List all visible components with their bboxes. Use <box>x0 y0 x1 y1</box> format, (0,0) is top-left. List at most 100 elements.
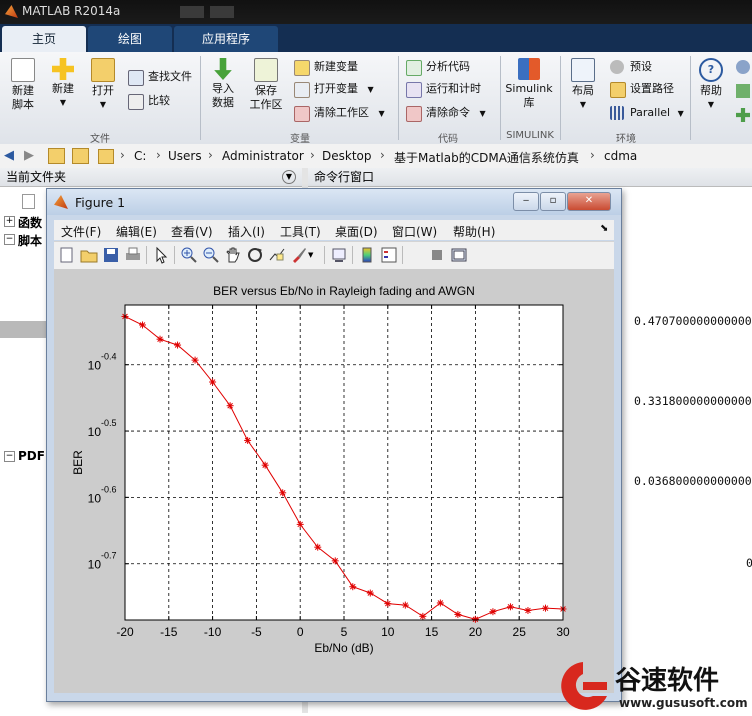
request-support-icon[interactable] <box>736 84 750 98</box>
breadcrumb-item[interactable]: Desktop <box>322 149 372 163</box>
clear-commands-button[interactable]: 清除命令 ▼ <box>406 104 486 122</box>
new-variable-button[interactable]: 新建变量 <box>294 58 358 76</box>
simulink-library-button[interactable]: Simulink 库 <box>504 58 554 110</box>
hide-plot-tools-icon[interactable] <box>428 246 446 264</box>
breadcrumb-item[interactable]: Users <box>168 149 202 163</box>
run-and-time-icon <box>406 82 422 98</box>
import-data-button[interactable]: 导入 数据 <box>206 58 240 110</box>
breadcrumb-item[interactable]: 基于Matlab的CDMA通信系统仿真 <box>394 149 579 166</box>
section-variable-label: 变量 <box>290 134 310 145</box>
zoom-in-icon[interactable] <box>180 246 198 264</box>
parallel-dropdown-icon: ▼ <box>677 109 684 118</box>
new-script-icon <box>11 58 35 82</box>
edit-plot-cursor-icon[interactable] <box>152 246 170 264</box>
new-script-button[interactable]: 新建 脚本 <box>6 58 40 112</box>
insert-legend-icon[interactable] <box>380 246 398 264</box>
link-plot-icon[interactable] <box>330 246 348 264</box>
toolbar-divider <box>324 246 325 264</box>
pan-hand-icon[interactable] <box>224 246 242 264</box>
y-tick-label: 10-0.7 <box>88 551 117 572</box>
current-folder-title: 当前文件夹 <box>6 170 67 184</box>
expand-icon[interactable]: + <box>4 216 15 227</box>
x-tick-label: 30 <box>556 625 570 639</box>
open-file-icon[interactable] <box>80 246 98 264</box>
menu-help[interactable]: 帮助(H) <box>453 223 495 240</box>
set-path-button[interactable]: 设置路径 <box>610 80 674 98</box>
open-dropdown-icon: ▼ <box>99 100 107 109</box>
open-button[interactable]: 打开 ▼ <box>86 58 120 112</box>
run-and-time-button[interactable]: 运行和计时 <box>406 80 481 98</box>
window-maximize-button[interactable] <box>210 6 234 18</box>
help-button[interactable]: ? 帮助 ▼ <box>694 58 728 112</box>
maximize-icon[interactable]: ▫ <box>540 192 566 211</box>
current-folder-header: 当前文件夹 ▼ <box>0 168 302 187</box>
zoom-out-icon[interactable] <box>202 246 220 264</box>
menu-view[interactable]: 查看(V) <box>171 223 213 240</box>
breadcrumb-item[interactable]: C: <box>134 149 146 163</box>
insert-colorbar-icon[interactable] <box>358 246 376 264</box>
open-variable-label: 打开变量 <box>314 82 358 95</box>
crumb-separator-icon: › <box>120 148 125 162</box>
parallel-button[interactable]: Parallel ▼ <box>610 104 684 122</box>
brush-icon[interactable] <box>290 246 308 264</box>
folder-open-icon <box>91 58 115 82</box>
collapse-icon[interactable]: − <box>4 451 15 462</box>
command-output-value: 0.331800000000000 <box>634 394 752 408</box>
community-icon[interactable] <box>736 60 750 74</box>
back-arrow-icon[interactable]: ◀ <box>4 148 14 163</box>
close-icon[interactable]: ✕ <box>567 192 611 211</box>
tab-home[interactable]: 主页 <box>2 26 86 52</box>
find-files-button[interactable]: 查找文件 <box>128 68 192 86</box>
set-path-label: 设置路径 <box>630 82 674 95</box>
x-tick-label: 25 <box>513 625 527 639</box>
new-button[interactable]: 新建 ▼ <box>46 58 80 110</box>
menu-dock-arrow-icon[interactable]: ⬊ <box>600 223 608 234</box>
menu-edit[interactable]: 编辑(E) <box>116 223 157 240</box>
browse-folder-icon[interactable] <box>72 148 89 164</box>
run-and-time-label: 运行和计时 <box>426 82 481 95</box>
minimize-icon[interactable]: ‒ <box>513 192 539 211</box>
breadcrumb-item[interactable]: cdma <box>604 149 637 163</box>
save-figure-icon[interactable] <box>102 246 120 264</box>
rotate-3d-icon[interactable] <box>246 246 264 264</box>
tree-item-pdf[interactable]: PDF <box>18 449 45 463</box>
analyze-code-button[interactable]: 分析代码 <box>406 58 470 76</box>
figure-title-bar[interactable]: Figure 1 ‒ ▫ ✕ <box>47 189 621 215</box>
panel-menu-icon[interactable]: ▼ <box>282 170 296 184</box>
menu-insert[interactable]: 插入(I) <box>228 223 265 240</box>
menu-window[interactable]: 窗口(W) <box>392 223 437 240</box>
tree-item-functions[interactable]: 函数 <box>18 214 42 231</box>
window-minimize-button[interactable] <box>180 6 204 18</box>
menu-desktop[interactable]: 桌面(D) <box>335 223 378 240</box>
up-folder-icon[interactable] <box>48 148 65 164</box>
add-ons-icon[interactable] <box>736 108 750 122</box>
brush-dropdown-icon[interactable]: ▼ <box>308 246 318 264</box>
layout-button[interactable]: 布局 ▼ <box>566 58 600 112</box>
save-workspace-button[interactable]: 保存 工作区 <box>246 58 286 112</box>
preferences-label: 预设 <box>630 60 652 73</box>
preferences-button[interactable]: 预设 <box>610 58 652 76</box>
print-figure-icon[interactable] <box>124 246 142 264</box>
breadcrumb-item[interactable]: Administrator <box>222 149 304 163</box>
new-figure-icon[interactable] <box>58 246 76 264</box>
x-tick-label: -20 <box>116 625 134 639</box>
tree-item-scripts[interactable]: 脚本 <box>18 232 42 249</box>
selected-row-highlight[interactable] <box>0 321 46 338</box>
tab-apps[interactable]: 应用程序 <box>174 26 278 52</box>
figure-toolbar: ▼ <box>54 241 614 270</box>
menu-tools[interactable]: 工具(T) <box>280 223 321 240</box>
compare-button[interactable]: 比较 <box>128 92 170 110</box>
forward-arrow-icon[interactable]: ▶ <box>24 148 34 163</box>
ber-plot[interactable]: -20 -15 -10 -5 0 5 10 15 20 25 30 10-0.710-0.610-0… <box>54 269 614 693</box>
figure-window[interactable]: Figure 1 ‒ ▫ ✕ 文件(F) 编辑(E) 查看(V) 插入(I) 工… <box>46 188 622 702</box>
tab-plots[interactable]: 绘图 <box>88 26 172 52</box>
data-cursor-icon[interactable] <box>268 246 286 264</box>
y-tick-label: 10-0.6 <box>88 484 117 505</box>
menu-file[interactable]: 文件(F) <box>61 223 101 240</box>
figure-title: Figure 1 <box>75 195 126 210</box>
collapse-icon[interactable]: − <box>4 234 15 245</box>
section-file-label: 文件 <box>90 134 110 145</box>
show-plot-tools-icon[interactable] <box>450 246 468 264</box>
clear-workspace-button[interactable]: 清除工作区 ▼ <box>294 104 385 122</box>
open-variable-button[interactable]: 打开变量 ▼ <box>294 80 374 98</box>
